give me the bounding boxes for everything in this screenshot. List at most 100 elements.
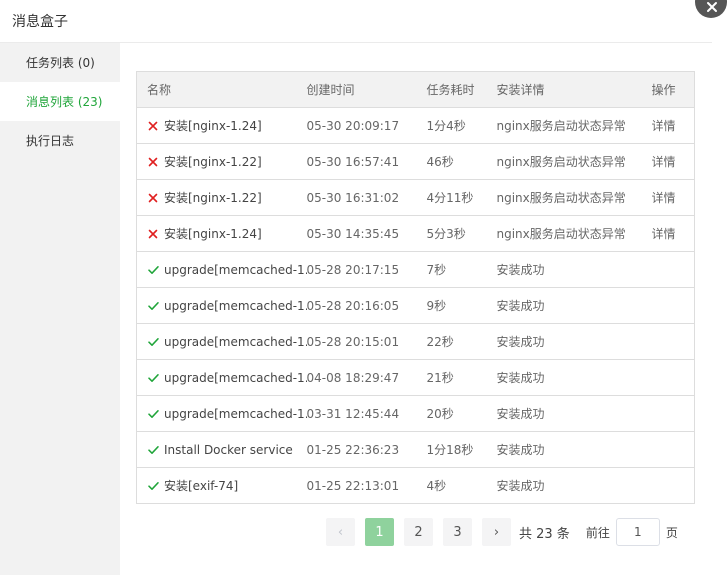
goto-label: 前往 (585, 525, 610, 540)
task-duration: 1分4秒 (426, 107, 497, 144)
table-row: upgrade[memcached-1.6] 05-28 20:16:05 9秒 安装… (136, 287, 695, 324)
install-detail: 安装成功 (496, 431, 652, 468)
task-name-cell: upgrade[memcached-1.6] (147, 263, 307, 277)
table-row: 安装[nginx-1.24] 05-30 20:09:17 1分4秒 nginx服务启… (136, 107, 695, 144)
task-name: upgrade[memcached-1.6] (164, 406, 307, 421)
task-duration: 4分11秒 (426, 179, 497, 216)
sidebar-item-task-list[interactable]: 任务列表 (0) (0, 43, 120, 82)
task-name: 安装[nginx-1.22] (164, 191, 262, 205)
install-detail: 安装成功 (496, 467, 652, 504)
install-detail: nginx服务启动状态异常 (496, 179, 652, 216)
task-duration: 22秒 (426, 323, 497, 360)
install-detail: 安装成功 (496, 395, 652, 432)
check-icon (147, 264, 159, 276)
created-time: 04-08 18:29:47 (306, 359, 427, 396)
table-body: 安装[nginx-1.24] 05-30 20:09:17 1分4秒 nginx服务启… (136, 107, 695, 504)
table-row: 安装[nginx-1.24] 05-30 14:35:45 5分3秒 nginx服务启… (136, 215, 695, 252)
page-button-2[interactable]: 2 (404, 518, 433, 546)
goto-page-input[interactable] (615, 518, 660, 546)
dialog-header: 消息盒子 (0, 0, 712, 43)
table-header-row: 名称 创建时间 任务耗时 安装详情 操作 (136, 71, 695, 108)
detail-link[interactable]: 详情 (651, 107, 695, 144)
column-header-name: 名称 (136, 71, 307, 108)
table-row: 安装[nginx-1.22] 05-30 16:31:02 4分11秒 nginx服务… (136, 179, 695, 216)
created-time: 05-30 16:57:41 (306, 143, 427, 180)
sidebar-item-exec-log[interactable]: 执行日志 (0, 121, 120, 160)
task-name: upgrade[memcached-1.6] (164, 262, 307, 277)
table-row: upgrade[memcached-1.6] 03-31 12:45:44 20秒安… (136, 395, 695, 432)
sidebar: 任务列表 (0) 消息列表 (23) 执行日志 (0, 43, 120, 575)
message-box-dialog: 消息盒子 任务列表 (0) 消息列表 (23) 执行日志 名称 创建时间 任务耗… (0, 0, 712, 575)
column-header-duration: 任务耗时 (426, 71, 497, 108)
x-icon (147, 120, 159, 132)
task-name-cell: upgrade[memcached-1.6] (147, 371, 307, 385)
task-name: 安装[nginx-1.24] (164, 119, 262, 133)
task-name: upgrade[memcached-1.6] (164, 298, 307, 313)
next-page-button[interactable]: › (482, 518, 511, 546)
install-detail: 安装成功 (496, 251, 652, 288)
detail-link[interactable]: 详情 (651, 143, 695, 180)
created-time: 05-30 16:31:02 (306, 179, 427, 216)
task-name: upgrade[memcached-1.6] (164, 370, 307, 385)
task-duration: 21秒 (426, 359, 497, 396)
table-row: upgrade[memcached-1.6] 05-28 20:17:15 7秒 安装… (136, 251, 695, 288)
close-icon (707, 2, 717, 12)
created-time: 05-28 20:17:15 (306, 251, 427, 288)
task-name-cell: Install Docker service (147, 443, 307, 457)
task-duration: 1分18秒 (426, 431, 497, 468)
prev-page-button[interactable]: ‹ (326, 518, 355, 546)
task-name-cell: 安装[nginx-1.22] (147, 153, 307, 170)
task-name: upgrade[memcached-1.6] (164, 334, 307, 349)
task-name: Install Docker service (164, 442, 293, 457)
created-time: 05-30 20:09:17 (306, 107, 427, 144)
detail-link[interactable]: 详情 (651, 179, 695, 216)
task-duration: 7秒 (426, 251, 497, 288)
created-time: 01-25 22:13:01 (306, 467, 427, 504)
action-empty (651, 431, 695, 468)
task-name-cell: upgrade[memcached-1.6] (147, 299, 307, 313)
check-icon (147, 444, 159, 456)
table-row: Install Docker service 01-25 22:36:23 1分18… (136, 431, 695, 468)
install-detail: nginx服务启动状态异常 (496, 215, 652, 252)
check-icon (147, 300, 159, 312)
dialog-title: 消息盒子 (12, 14, 68, 30)
table-row: upgrade[memcached-1.6] 05-28 20:15:01 22秒安… (136, 323, 695, 360)
task-name: 安装[nginx-1.24] (164, 227, 262, 241)
task-name-cell: upgrade[memcached-1.6] (147, 407, 307, 421)
total-count: 共 23 条 (519, 526, 570, 542)
task-duration: 5分3秒 (426, 215, 497, 252)
pagination: ‹ 1 2 3 › 共 23 条 前往 页 (326, 518, 678, 546)
check-icon (147, 408, 159, 420)
message-table: 名称 创建时间 任务耗时 安装详情 操作 安装[nginx-1.24] 05-30… (136, 71, 695, 504)
task-duration: 9秒 (426, 287, 497, 324)
created-time: 05-28 20:16:05 (306, 287, 427, 324)
sidebar-item-message-list[interactable]: 消息列表 (23) (0, 82, 120, 121)
created-time: 01-25 22:36:23 (306, 431, 427, 468)
x-icon (147, 228, 159, 240)
detail-link[interactable]: 详情 (651, 215, 695, 252)
created-time: 03-31 12:45:44 (306, 395, 427, 432)
table-row: 安装[nginx-1.22] 05-30 16:57:41 46秒 nginx服务启动… (136, 143, 695, 180)
page-suffix: 页 (665, 525, 678, 540)
task-name-cell: 安装[nginx-1.24] (147, 117, 307, 134)
created-time: 05-28 20:15:01 (306, 323, 427, 360)
install-detail: nginx服务启动状态异常 (496, 107, 652, 144)
x-icon (147, 192, 159, 204)
page-button-3[interactable]: 3 (443, 518, 472, 546)
task-name: 安装[exif-74] (164, 479, 239, 493)
task-name-cell: 安装[nginx-1.22] (147, 189, 307, 206)
task-duration: 4秒 (426, 467, 497, 504)
message-table-panel: 名称 创建时间 任务耗时 安装详情 操作 安装[nginx-1.24] 05-30… (136, 71, 695, 504)
table-row: upgrade[memcached-1.6] 04-08 18:29:47 21秒安… (136, 359, 695, 396)
action-empty (651, 359, 695, 396)
task-name-cell: 安装[nginx-1.24] (147, 225, 307, 242)
action-empty (651, 395, 695, 432)
install-detail: nginx服务启动状态异常 (496, 143, 652, 180)
action-empty (651, 467, 695, 504)
task-name-cell: 安装[exif-74] (147, 477, 307, 494)
action-empty (651, 287, 695, 324)
x-icon (147, 156, 159, 168)
created-time: 05-30 14:35:45 (306, 215, 427, 252)
page-button-1[interactable]: 1 (365, 518, 394, 546)
install-detail: 安装成功 (496, 359, 652, 396)
